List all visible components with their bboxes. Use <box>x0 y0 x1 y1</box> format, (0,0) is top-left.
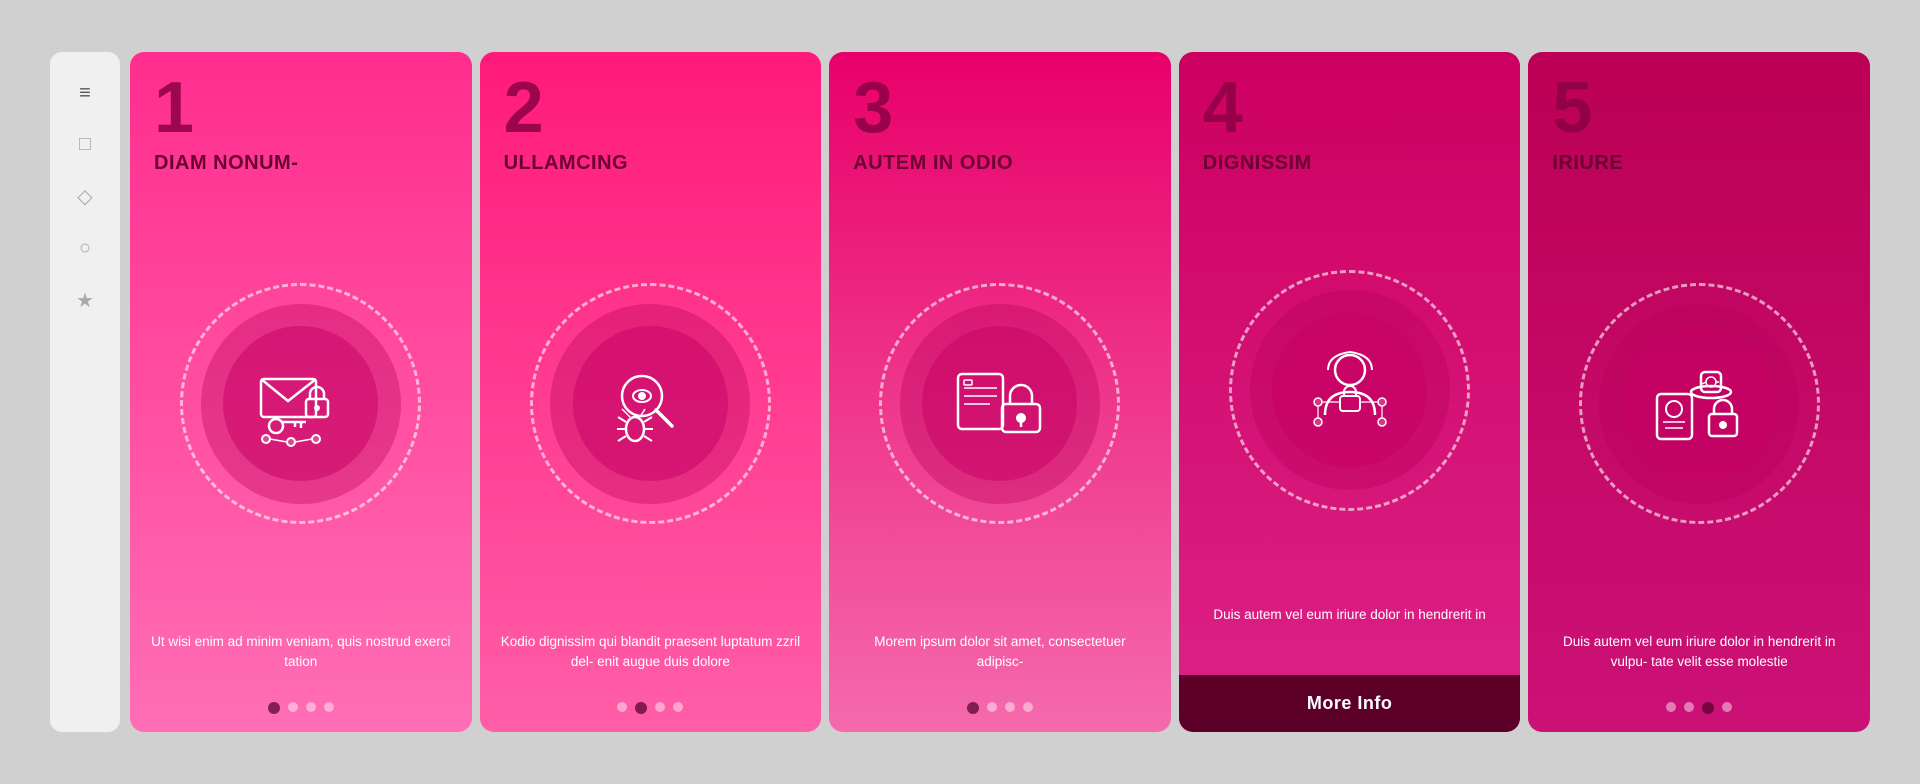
spy-icon <box>1649 354 1749 454</box>
card-4-title: DIGNISSIM <box>1179 144 1521 175</box>
dot[interactable] <box>1722 702 1732 712</box>
card-4-icon-inner <box>1272 313 1427 468</box>
card-4-icon-area <box>1179 175 1521 605</box>
card-3-icon-outer <box>900 304 1100 504</box>
card-3-dots <box>829 702 1171 732</box>
card-5-number: 5 <box>1528 52 1870 144</box>
card-5-title: IRIURE <box>1528 144 1870 175</box>
dot[interactable] <box>288 702 298 712</box>
menu-icon[interactable]: ≡ <box>79 82 91 105</box>
card-2-icon-outer <box>550 304 750 504</box>
cards-container: 1 DIAM NONUM- <box>130 42 1870 742</box>
dot[interactable] <box>673 702 683 712</box>
card-4-icon-outer <box>1250 290 1450 490</box>
dot[interactable] <box>268 702 280 714</box>
main-container: ≡ □ ◇ ○ ★ 1 DIAM NONUM- <box>50 32 1870 752</box>
card-1-icon-outer <box>201 304 401 504</box>
card-1-title: DIAM NONUM- <box>130 144 472 175</box>
hacker-icon <box>1300 340 1400 440</box>
card-1-icon-area <box>130 175 472 632</box>
card-4-number: 4 <box>1179 52 1521 144</box>
card-5-icon-outer <box>1599 304 1799 504</box>
bug-search-icon <box>600 354 700 454</box>
card-2-dots <box>480 702 822 732</box>
card-3-title: AUTEM IN ODIO <box>829 144 1171 175</box>
dot[interactable] <box>987 702 997 712</box>
dot[interactable] <box>967 702 979 714</box>
card-2: 2 ULLAMCING <box>480 52 822 732</box>
dot[interactable] <box>1666 702 1676 712</box>
card-1-desc: Ut wisi enim ad minim veniam, quis nostr… <box>130 632 472 702</box>
card-3-icon-area <box>829 175 1171 632</box>
card-1-dots <box>130 702 472 732</box>
dot[interactable] <box>306 702 316 712</box>
dot[interactable] <box>1023 702 1033 712</box>
card-1-number: 1 <box>130 52 472 144</box>
circle-icon[interactable]: ○ <box>79 237 91 260</box>
dot[interactable] <box>1684 702 1694 712</box>
square-icon[interactable]: □ <box>79 133 91 156</box>
data-lock-icon <box>950 354 1050 454</box>
card-3: 3 AUTEM IN ODIO <box>829 52 1171 732</box>
star-icon[interactable]: ★ <box>76 288 94 313</box>
card-5-desc: Duis autem vel eum iriure dolor in hendr… <box>1528 632 1870 702</box>
more-info-button[interactable]: More Info <box>1179 675 1521 732</box>
card-5-icon-area <box>1528 175 1870 632</box>
dot[interactable] <box>655 702 665 712</box>
card-4-desc: Duis autem vel eum iriure dolor in hendr… <box>1179 605 1521 675</box>
dot[interactable] <box>617 702 627 712</box>
card-5-icon-inner <box>1622 326 1777 481</box>
card-3-desc: Morem ipsum dolor sit amet, consectetuer… <box>829 632 1171 702</box>
card-5-dots <box>1528 702 1870 732</box>
dot[interactable] <box>1702 702 1714 714</box>
dot[interactable] <box>1005 702 1015 712</box>
card-4: 4 DIGNISSIM <box>1179 52 1521 732</box>
card-1-icon-inner <box>223 326 378 481</box>
card-2-title: ULLAMCING <box>480 144 822 175</box>
card-3-number: 3 <box>829 52 1171 144</box>
sidebar: ≡ □ ◇ ○ ★ <box>50 52 120 732</box>
diamond-icon[interactable]: ◇ <box>77 184 92 209</box>
card-3-icon-inner <box>922 326 1077 481</box>
dot[interactable] <box>635 702 647 714</box>
email-lock-icon <box>251 354 351 454</box>
card-2-icon-area <box>480 175 822 632</box>
card-2-desc: Kodio dignissim qui blandit praesent lup… <box>480 632 822 702</box>
card-2-number: 2 <box>480 52 822 144</box>
dot[interactable] <box>324 702 334 712</box>
card-2-icon-inner <box>573 326 728 481</box>
card-5: 5 IRIURE <box>1528 52 1870 732</box>
card-1: 1 DIAM NONUM- <box>130 52 472 732</box>
